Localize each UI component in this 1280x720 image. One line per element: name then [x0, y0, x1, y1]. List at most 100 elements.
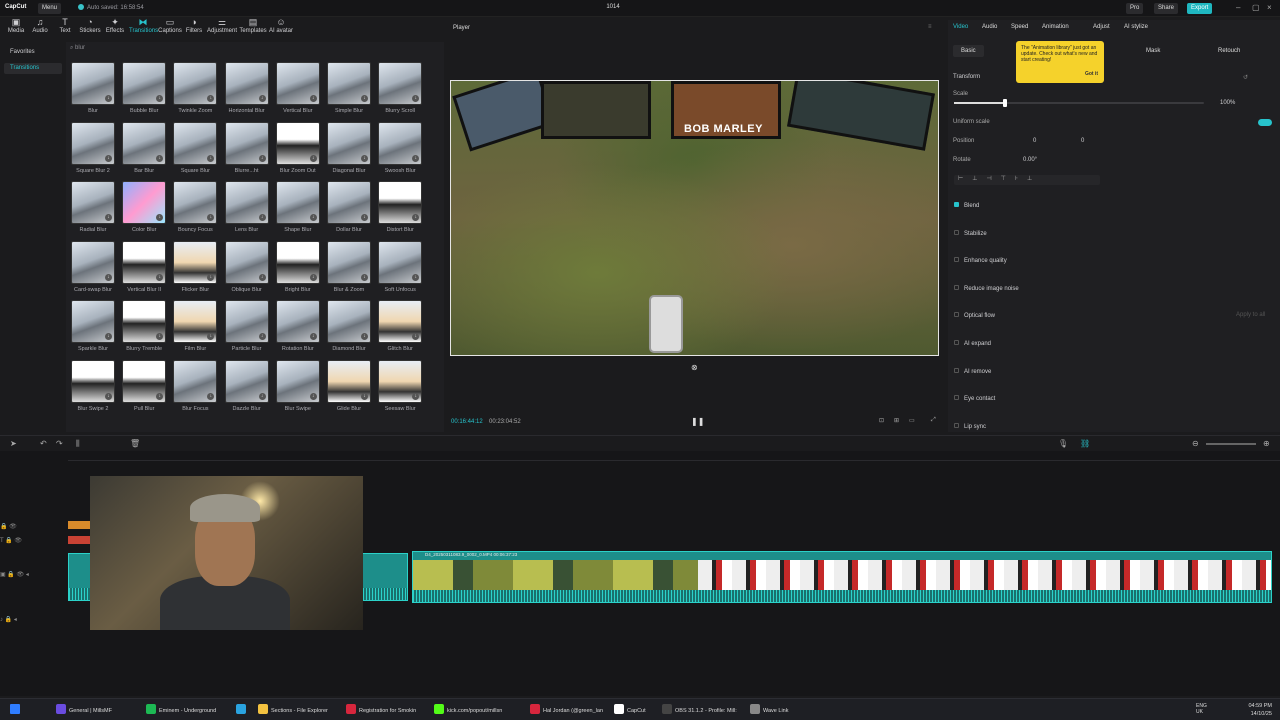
video-preview[interactable]: BOB MARLEY	[450, 80, 939, 356]
maximize-icon[interactable]: ▢	[1252, 3, 1260, 12]
download-icon[interactable]: ↓	[207, 95, 215, 102]
track-audio-icon[interactable]: ♪ 🔒 ◂	[0, 616, 66, 626]
transition-item[interactable]: ↓ Pull Blur	[122, 359, 167, 415]
tool-transitions[interactable]: ⧓ Transitions	[129, 17, 158, 39]
transition-item[interactable]: ↓ Blur	[71, 62, 115, 117]
transition-item[interactable]: ↓ Glide Blur	[327, 359, 371, 415]
section-checkbox[interactable]	[954, 229, 959, 235]
taskbar-app[interactable]: Registration for Smokin	[346, 704, 416, 716]
tool-effects[interactable]: ✦ Effects	[103, 17, 127, 39]
transition-item[interactable]: ↓ Soft Unfocus	[378, 240, 423, 296]
track-text-icon[interactable]: T 🔒 👁	[0, 537, 66, 547]
taskbar-app[interactable]: Hal Jordan (@green_lan	[530, 704, 603, 716]
download-icon[interactable]: ↓	[361, 273, 368, 281]
download-icon[interactable]: ↓	[361, 392, 368, 400]
taskbar-app[interactable]: Sections - File Explorer	[258, 704, 328, 716]
transition-item[interactable]: ↓ Square Blur	[173, 121, 218, 177]
video-clip-main[interactable]: D4_20250311083.9_0002_0.MP4 00:06:37:23	[412, 551, 1272, 603]
position-x-input[interactable]: 0	[1033, 138, 1036, 144]
transition-item[interactable]: ↓ Sparkle Blur	[71, 300, 115, 355]
download-icon[interactable]: ↓	[156, 333, 164, 340]
rotate-handle-icon[interactable]: ⊗	[691, 363, 698, 372]
section-checkbox[interactable]	[954, 202, 959, 207]
transition-item[interactable]: ↓ Seesaw Blur	[378, 359, 423, 415]
transition-item[interactable]: ↓ Oblique Blur	[224, 240, 269, 296]
zoom-in-icon[interactable]: ⊕	[1263, 439, 1270, 448]
section-optical-flow[interactable]: Optical flow Apply to all	[954, 312, 1274, 322]
download-icon[interactable]: ↓	[156, 214, 164, 221]
transition-item[interactable]: ↓ Blur Zoom Out	[275, 121, 320, 177]
download-icon[interactable]: ↓	[105, 154, 112, 162]
windows-start-icon[interactable]	[10, 704, 20, 714]
timeline-zoom-slider[interactable]	[1206, 443, 1256, 445]
taskbar-app[interactable]: Eminem - Underground	[146, 704, 216, 716]
transition-item[interactable]: ↓ Square Blur 2	[71, 121, 115, 177]
download-icon[interactable]: ↓	[258, 154, 266, 162]
download-icon[interactable]: ↓	[156, 273, 164, 281]
download-icon[interactable]: ↓	[156, 154, 164, 162]
transition-item[interactable]: ↓ Blur & Zoom	[327, 240, 371, 296]
transition-item[interactable]: ↓ Twinkle Zoom	[173, 62, 218, 117]
transition-item[interactable]: ↓ Flicker Blur	[173, 240, 218, 296]
download-icon[interactable]: ↓	[258, 392, 266, 400]
download-icon[interactable]: ↓	[309, 273, 317, 281]
fullscreen-icon[interactable]: ⤢	[931, 417, 936, 424]
tab-video[interactable]: Video	[953, 24, 968, 30]
player-menu-icon[interactable]: ≡	[928, 24, 932, 30]
download-icon[interactable]: ↓	[105, 333, 112, 340]
transition-item[interactable]: ↓ Rotation Blur	[275, 300, 320, 355]
download-icon[interactable]: ↓	[412, 273, 420, 281]
tool-audio[interactable]: ♫ Audio	[28, 17, 52, 39]
section-checkbox[interactable]	[954, 340, 959, 345]
transition-item[interactable]: ↓ Blur Swipe 2	[71, 359, 115, 415]
tray-language[interactable]: ENG UK	[1196, 703, 1207, 715]
transform-heading[interactable]: Transform	[953, 74, 1273, 84]
split-icon[interactable]: ⫼	[76, 439, 80, 449]
tool-media[interactable]: ▣ Media	[4, 17, 28, 39]
download-icon[interactable]: ↓	[412, 214, 420, 221]
section-eye-contact[interactable]: Eye contact	[954, 395, 1274, 405]
transition-item[interactable]: ↓ Shape Blur	[275, 181, 320, 236]
download-icon[interactable]: ↓	[361, 214, 368, 221]
transition-item[interactable]: ↓ Glitch Blur	[378, 300, 423, 355]
text-clip[interactable]	[68, 521, 90, 529]
section-enhance-quality[interactable]: Enhance quality	[954, 257, 1274, 267]
section-lip-sync[interactable]: Lip sync	[954, 422, 1274, 433]
subtab-basic[interactable]: Basic	[953, 45, 984, 57]
subtab-retouch[interactable]: Retouch	[1210, 45, 1248, 57]
transition-item[interactable]: ↓ Bouncy Focus	[173, 181, 218, 236]
crop-icon[interactable]: ⊡	[879, 417, 884, 424]
sticker-clip[interactable]	[68, 536, 90, 544]
minimize-icon[interactable]: –	[1236, 3, 1240, 12]
tool-templates[interactable]: ▤ Templates	[239, 17, 267, 39]
tab-adjust[interactable]: Adjust	[1093, 24, 1110, 30]
apply-all-button[interactable]: Apply to all	[1236, 312, 1265, 318]
download-icon[interactable]: ↓	[207, 333, 215, 340]
transition-item[interactable]: ↓ Dollar Blur	[327, 181, 371, 236]
transition-item[interactable]: ↓ Bright Blur	[275, 240, 320, 296]
transition-item[interactable]: ↓ Bubble Blur	[122, 62, 167, 117]
transition-item[interactable]: ↓ Distort Blur	[378, 181, 423, 236]
transition-item[interactable]: ↓ Dazzle Blur	[224, 359, 269, 415]
taskbar-app[interactable]: Wave Link	[750, 704, 788, 716]
pause-icon[interactable]: ❚❚	[691, 417, 704, 426]
scale-value[interactable]: 100%	[1220, 100, 1235, 106]
transition-item[interactable]: ↓ Vertical Blur II	[122, 240, 167, 296]
export-button[interactable]: Export	[1187, 3, 1213, 14]
download-icon[interactable]: ↓	[156, 392, 164, 400]
download-icon[interactable]: ↓	[412, 392, 420, 400]
nav-transitions[interactable]: Transitions	[4, 63, 62, 74]
download-icon[interactable]: ↓	[361, 333, 368, 340]
taskbar-app[interactable]: kick.com/popout/millsn	[434, 704, 502, 716]
download-icon[interactable]: ↓	[361, 154, 368, 162]
tool-filters[interactable]: ◑ Filters	[182, 17, 206, 39]
tool-stickers[interactable]: ◔ Stickers	[78, 17, 102, 39]
transition-item[interactable]: ↓ Diamond Blur	[327, 300, 371, 355]
reset-icon[interactable]: ↺	[1243, 74, 1248, 81]
download-icon[interactable]: ↓	[105, 273, 112, 281]
transition-item[interactable]: ↓ Blurre...ht	[224, 121, 269, 177]
download-icon[interactable]: ↓	[309, 214, 317, 221]
nav-favorites[interactable]: Favorites	[4, 47, 62, 58]
section-checkbox[interactable]	[954, 257, 959, 263]
track-main-icon[interactable]: ▣ 🔒 👁 ◂	[0, 571, 66, 581]
